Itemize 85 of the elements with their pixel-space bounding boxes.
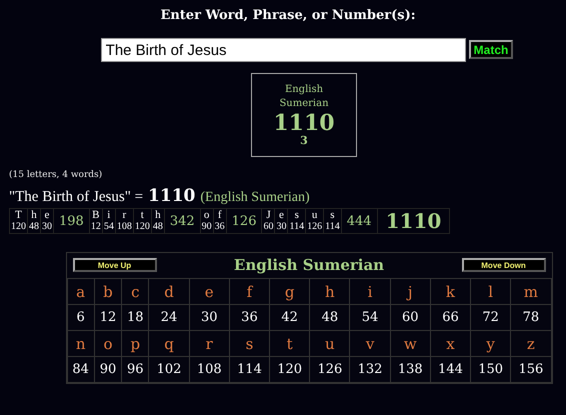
value-cell: 120 <box>270 356 310 382</box>
word-total: 198 <box>54 208 90 234</box>
letter-cell: e 30 <box>40 208 54 234</box>
letter-cell: o 90 <box>200 208 214 234</box>
letter-cell: x <box>430 330 471 356</box>
letter-cell: y <box>470 330 511 356</box>
total-value: 1110 <box>148 186 196 206</box>
letter-cell: r <box>189 330 230 356</box>
letter-cell: h 48 <box>151 208 164 234</box>
letter-cell: l <box>470 278 511 304</box>
letter-cell: m <box>510 278 551 304</box>
search-field[interactable]: The Birth of Jesus <box>100 38 466 62</box>
letter-cell: j <box>390 278 430 304</box>
value-cell: 114 <box>229 356 270 382</box>
grand-total: 1110 <box>377 208 450 234</box>
value-cell: 24 <box>148 304 190 330</box>
word-total: 444 <box>341 208 378 234</box>
move-down-button[interactable]: Move Down <box>462 258 546 272</box>
value-cell: 150 <box>470 356 511 382</box>
letter-cell: p <box>122 330 149 356</box>
letter-word-count: (15 letters, 4 words) <box>9 170 102 180</box>
letter-cell: w <box>390 330 430 356</box>
value-cell: 72 <box>470 304 511 330</box>
word-total: 126 <box>226 208 262 234</box>
letter-cell: t 120 <box>133 208 152 234</box>
letter-cell: i 54 <box>102 208 116 234</box>
word-total: 342 <box>164 208 200 234</box>
value-cell: 12 <box>94 304 122 330</box>
letter-cell: f 36 <box>213 208 226 234</box>
value-cell: 54 <box>350 304 390 330</box>
letter-cell: h <box>310 278 350 304</box>
value-cell: 156 <box>510 356 551 382</box>
letter-cell: r 108 <box>115 208 134 234</box>
letter-cell: e 30 <box>274 208 288 234</box>
letter-cell: T 120 <box>10 208 28 234</box>
value-cell: 132 <box>350 356 390 382</box>
match-button[interactable]: Match <box>468 40 514 59</box>
letter-cell: q <box>148 330 190 356</box>
letter-cell: a <box>67 278 94 304</box>
cipher-title: English Sumerian <box>234 256 384 274</box>
letter-cell: h 48 <box>28 208 40 234</box>
value-cell: 66 <box>430 304 471 330</box>
letter-cell: v <box>350 330 390 356</box>
value-cell: 6 <box>67 304 94 330</box>
letter-cell: d <box>148 278 190 304</box>
letter-cell: g <box>270 278 310 304</box>
letter-cell: e <box>189 278 230 304</box>
letter-cell: k <box>430 278 471 304</box>
move-up-button[interactable]: Move Up <box>72 258 156 272</box>
value-cell: 96 <box>122 356 149 382</box>
value-cell: 108 <box>189 356 230 382</box>
value-cell: 90 <box>94 356 122 382</box>
heading: Enter Word, Phrase, or Number(s): <box>160 8 416 25</box>
letter-cell: B 12 <box>89 208 102 234</box>
value-cell: 30 <box>189 304 230 330</box>
value-cell: 138 <box>390 356 430 382</box>
total-value: 1110 <box>273 111 335 135</box>
letter-cell: u <box>310 330 350 356</box>
value-cell: 42 <box>270 304 310 330</box>
letter-cell: z <box>510 330 551 356</box>
value-cell: 102 <box>148 356 190 382</box>
letter-cell: u 126 <box>306 208 324 234</box>
value-cell: 126 <box>310 356 350 382</box>
letter-cell: f <box>229 278 270 304</box>
value-cell: 144 <box>430 356 471 382</box>
letter-cell: o <box>94 330 122 356</box>
value-cell: 84 <box>67 356 94 382</box>
value-cell: 36 <box>229 304 270 330</box>
letter-cell: b <box>94 278 122 304</box>
value-cell: 48 <box>310 304 350 330</box>
cipher-name: (English Sumerian) <box>200 190 310 206</box>
letter-cell: c <box>122 278 149 304</box>
letter-cell: J 60 <box>262 208 275 234</box>
letter-cell: t <box>270 330 310 356</box>
cipher-name: English Sumerian <box>278 83 330 111</box>
letter-cell: s 114 <box>324 208 342 234</box>
letter-cell: s 114 <box>288 208 306 234</box>
letter-cell: s <box>229 330 270 356</box>
phrase-text: "The Birth of Jesus" = <box>9 189 144 206</box>
value-cell: 18 <box>122 304 149 330</box>
letter-cell: i <box>350 278 390 304</box>
value-cell: 60 <box>390 304 430 330</box>
word-count: 3 <box>300 135 308 147</box>
value-cell: 78 <box>510 304 551 330</box>
letter-cell: n <box>67 330 94 356</box>
